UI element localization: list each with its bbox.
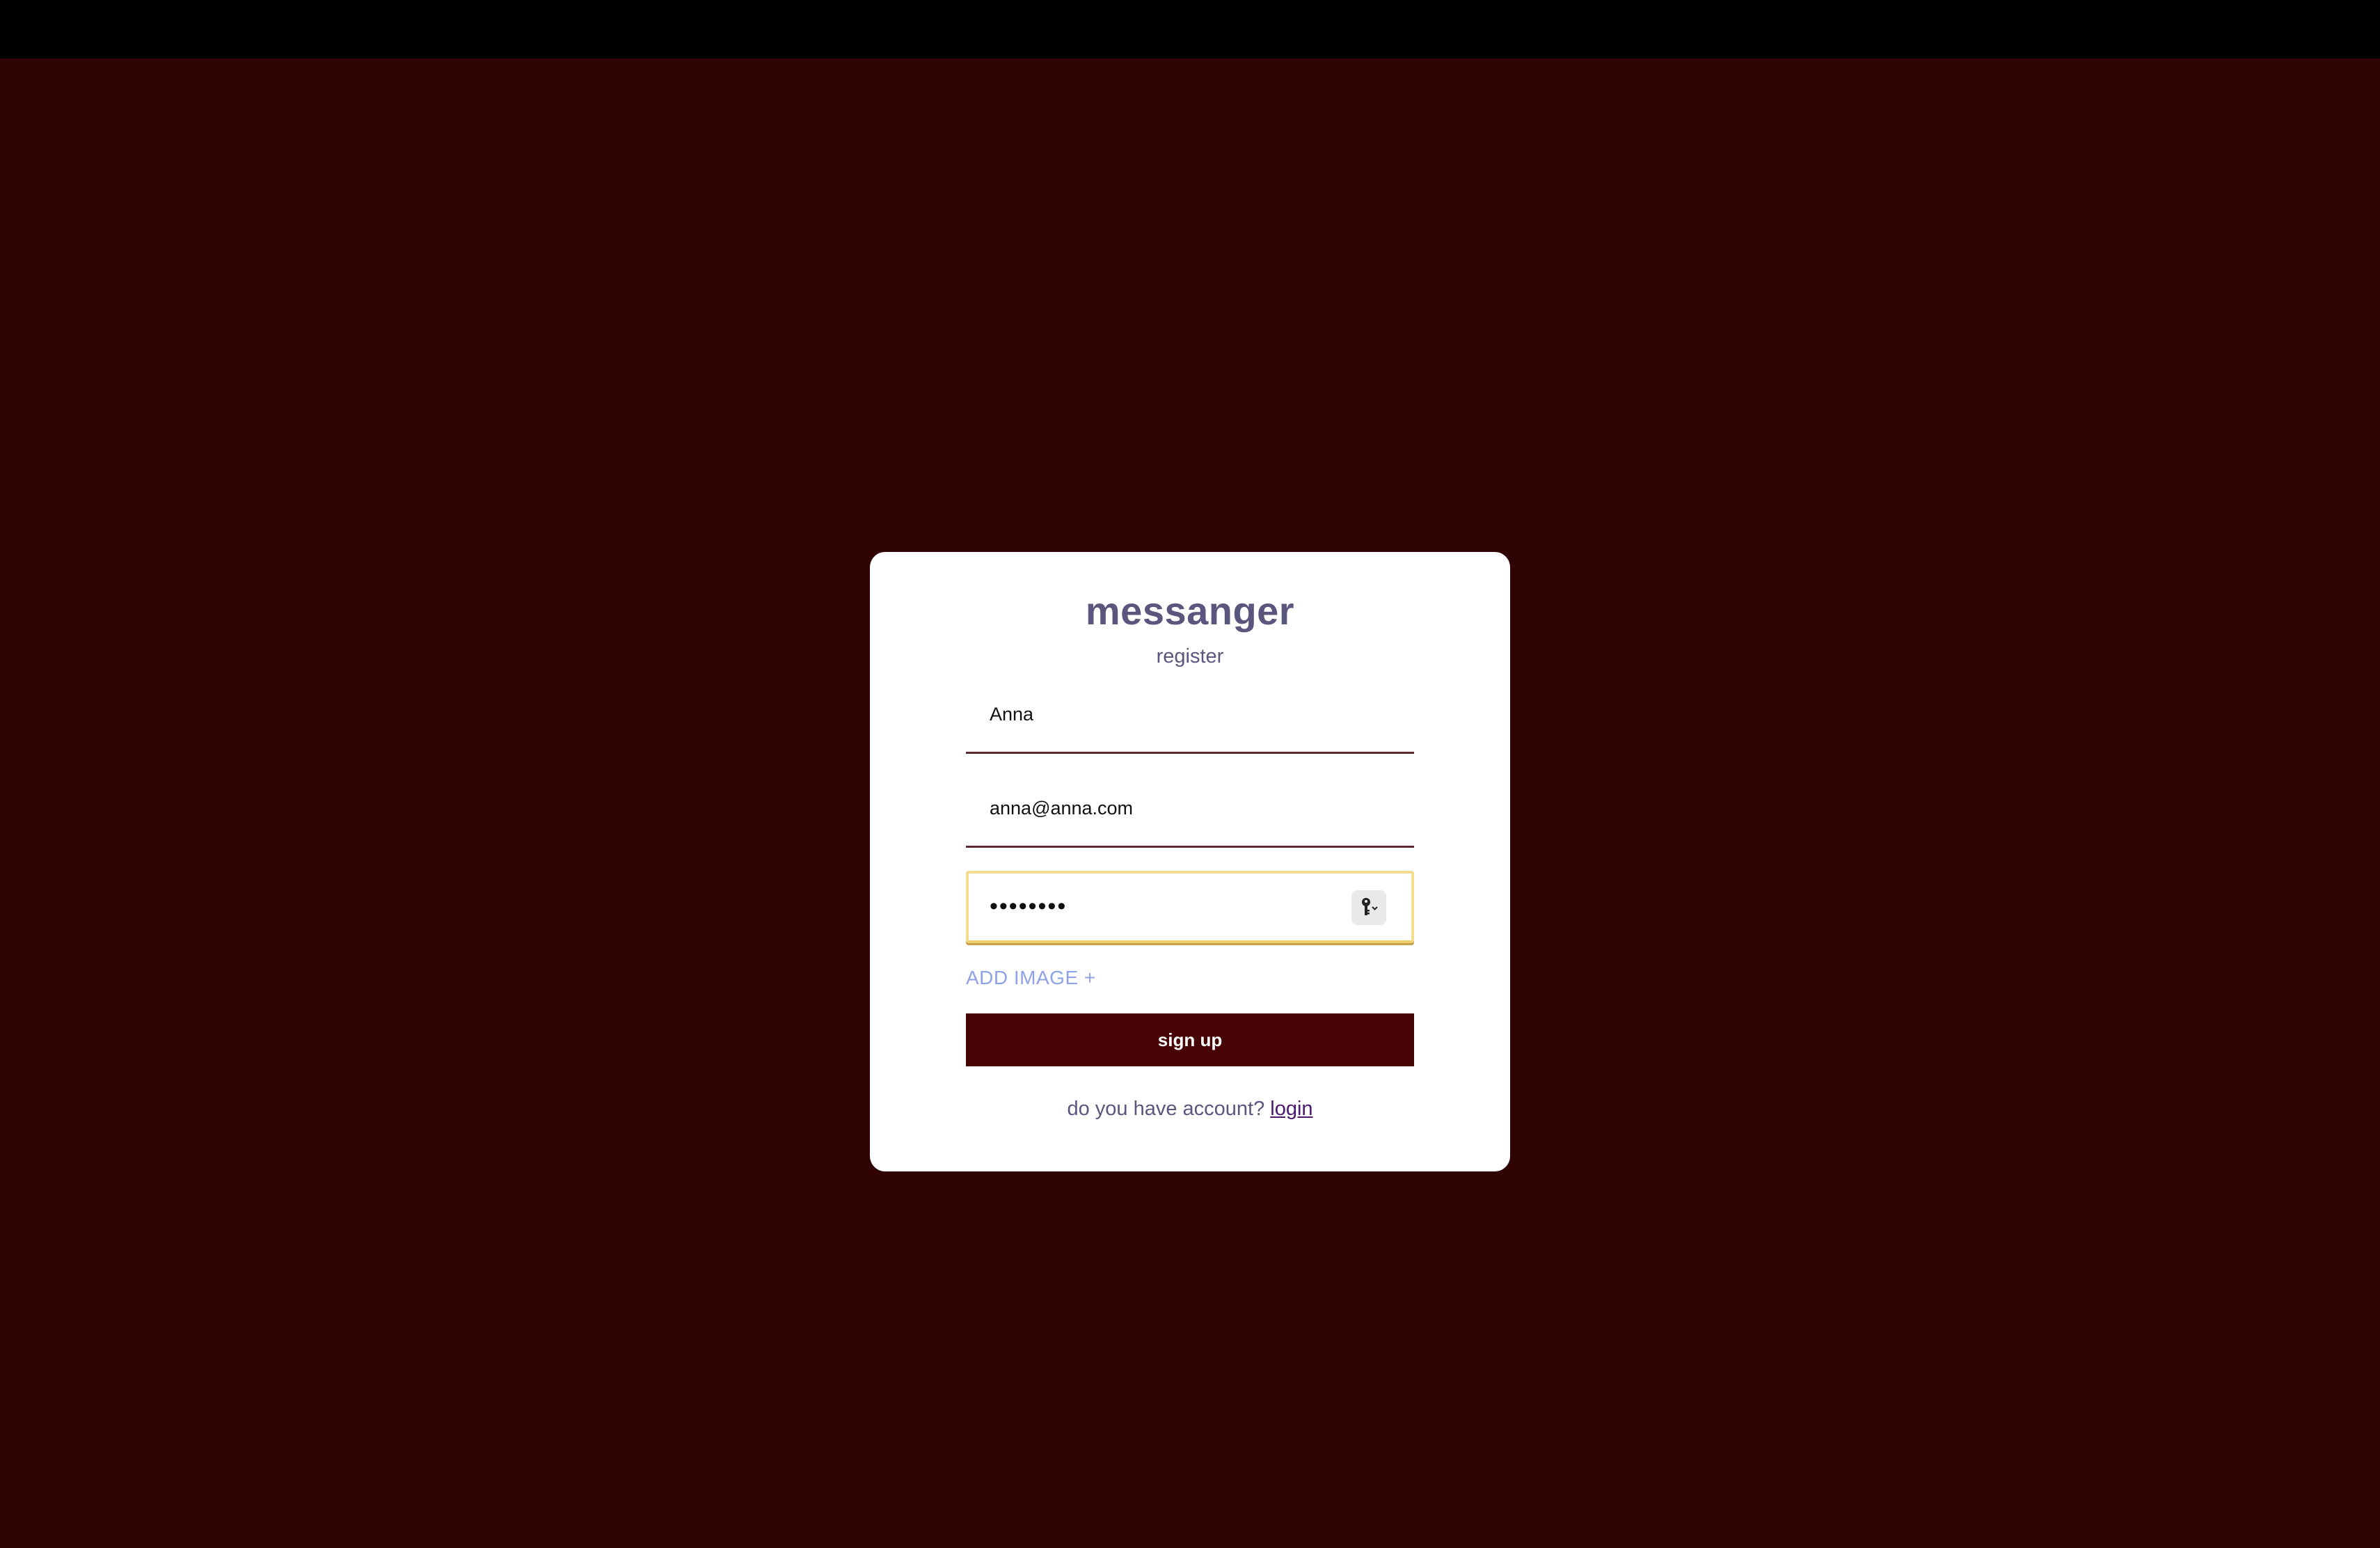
login-prompt-text: do you have account?: [1067, 1098, 1271, 1120]
password-input-value: ••••••••: [990, 893, 1068, 919]
page-background: messanger register Anna anna@anna.com ••…: [0, 58, 2380, 1548]
key-icon: [1362, 898, 1378, 915]
login-link[interactable]: login: [1270, 1098, 1312, 1120]
top-bar: [0, 0, 2380, 58]
register-card: messanger register Anna anna@anna.com ••…: [870, 552, 1510, 1171]
password-input[interactable]: ••••••••: [966, 871, 1414, 943]
add-image-button[interactable]: ADD IMAGE +: [966, 967, 1096, 989]
sign-up-button[interactable]: sign up: [966, 1013, 1414, 1066]
page-subtitle: register: [1156, 645, 1224, 668]
app-title: messanger: [1085, 589, 1295, 633]
name-input-value: Anna: [990, 704, 1034, 725]
login-prompt: do you have account? login: [870, 1098, 1510, 1121]
email-input-value: anna@anna.com: [990, 798, 1134, 819]
email-input[interactable]: anna@anna.com: [966, 778, 1414, 848]
password-manager-button[interactable]: [1351, 890, 1386, 925]
name-input[interactable]: Anna: [966, 684, 1414, 754]
